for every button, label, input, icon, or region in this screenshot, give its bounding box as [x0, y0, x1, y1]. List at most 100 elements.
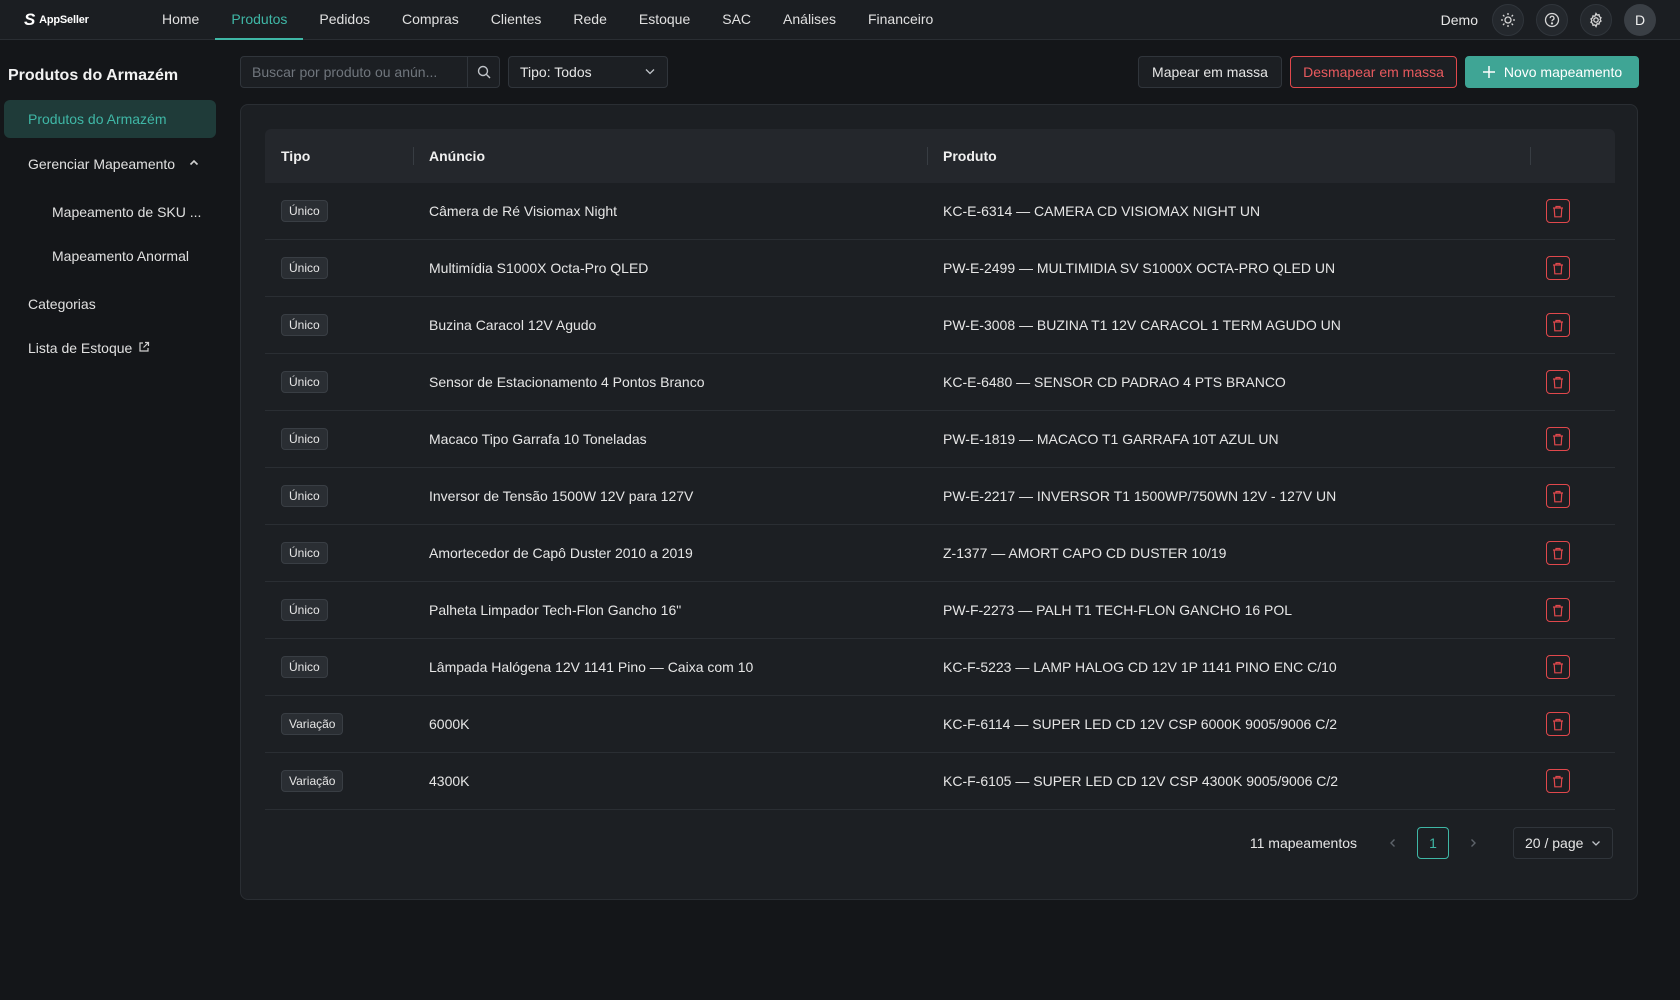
table-row: Único Palheta Limpador Tech-Flon Gancho 1… [265, 582, 1615, 639]
logo-text: AppSeller [39, 13, 89, 26]
sidebar-title: Produtos do Armazém [8, 67, 179, 84]
nav-item-compras[interactable]: Compras [386, 0, 475, 40]
sidebar: Produtos do Armazém Produtos do Armazém … [0, 40, 224, 1000]
delete-button[interactable] [1546, 484, 1570, 508]
cell-anuncio: Sensor de Estacionamento 4 Pontos Branco [429, 374, 705, 390]
chevron-left-icon [1390, 839, 1395, 847]
settings-button[interactable] [1580, 3, 1612, 36]
table-row: Variação 6000K KC-F-6114 — SUPER LED CD 12… [265, 696, 1615, 753]
main-nav: Home Produtos Pedidos Compras Clientes R… [146, 0, 949, 40]
cell-actions [1530, 468, 1615, 525]
cell-anuncio: Palheta Limpador Tech-Flon Gancho 16" [429, 602, 682, 618]
table-row: Variação 4300K KC-F-6105 — SUPER LED CD 12… [265, 753, 1615, 810]
map-bulk-button[interactable]: Mapear em massa [1138, 56, 1282, 88]
delete-button[interactable] [1546, 313, 1570, 337]
sidebar-item-lista-estoque[interactable]: Lista de Estoque [4, 329, 216, 367]
delete-button[interactable] [1546, 427, 1570, 451]
cell-tipo: Único [265, 639, 413, 696]
trash-icon [1553, 490, 1563, 502]
table-row: Único Macaco Tipo Garrafa 10 Toneladas PW-… [265, 411, 1615, 468]
nav-item-rede[interactable]: Rede [557, 0, 622, 40]
nav-item-home[interactable]: Home [146, 0, 215, 40]
trash-icon [1553, 604, 1563, 616]
next-page-button[interactable] [1457, 827, 1489, 859]
sidebar-item-gerenciar-mapeamento[interactable]: Gerenciar Mapeamento [4, 145, 216, 183]
delete-button[interactable] [1546, 541, 1570, 565]
cell-produto: KC-E-6314 — CAMERA CD VISIOMAX NIGHT UN [943, 203, 1261, 219]
user-name[interactable]: Demo [1441, 12, 1478, 28]
nav-item-financeiro[interactable]: Financeiro [852, 0, 949, 40]
type-tag: Único [281, 599, 328, 621]
avatar[interactable]: D [1624, 3, 1656, 36]
help-icon [1544, 12, 1560, 27]
theme-toggle-button[interactable] [1492, 3, 1524, 36]
cell-anuncio: Multimídia S1000X Octa-Pro QLED [429, 260, 649, 276]
type-tag: Único [281, 314, 328, 336]
table-row: Único Multimídia S1000X Octa-Pro QLED PW-E… [265, 240, 1615, 297]
type-tag: Variação [281, 713, 344, 735]
sidebar-item-produtos-armazem[interactable]: Produtos do Armazém [4, 100, 216, 138]
delete-button[interactable] [1546, 769, 1570, 793]
app-logo[interactable]: S AppSeller [24, 10, 124, 30]
help-button[interactable] [1536, 3, 1568, 36]
trash-icon [1553, 661, 1563, 673]
search-input[interactable] [241, 57, 467, 87]
search-button[interactable] [467, 57, 499, 87]
nav-item-produtos[interactable]: Produtos [215, 0, 304, 40]
cell-tipo: Único [265, 525, 413, 582]
delete-button[interactable] [1546, 598, 1570, 622]
delete-button[interactable] [1546, 256, 1570, 280]
table-row: Único Inversor de Tensão 1500W 12V para 1… [265, 468, 1615, 525]
cell-produto: PW-F-2273 — PALH T1 TECH-FLON GANCHO 16 … [943, 602, 1293, 618]
new-mapping-button[interactable]: Novo mapeamento [1465, 56, 1639, 88]
chevron-right-icon [1471, 839, 1476, 847]
delete-button[interactable] [1546, 655, 1570, 679]
delete-button[interactable] [1546, 370, 1570, 394]
cell-tipo: Único [265, 354, 413, 411]
table-body: Único Câmera de Ré Visiomax Night KC-E-631… [265, 183, 1615, 810]
cell-tipo: Único [265, 468, 413, 525]
type-tag: Único [281, 371, 328, 393]
column-header-produto[interactable]: Produto [927, 129, 1530, 183]
column-header-tipo[interactable]: Tipo [265, 129, 413, 183]
type-tag: Único [281, 542, 328, 564]
cell-tipo: Variação [265, 753, 413, 810]
sidebar-item-categorias[interactable]: Categorias [4, 285, 216, 323]
trash-icon [1553, 775, 1563, 787]
sidebar-item-mapeamento-anormal[interactable]: Mapeamento Anormal [4, 237, 216, 275]
trash-icon [1553, 262, 1563, 274]
nav-item-analises[interactable]: Análises [767, 0, 852, 40]
delete-button[interactable] [1546, 712, 1570, 736]
trash-icon [1553, 718, 1563, 730]
table-row: Único Câmera de Ré Visiomax Night KC-E-631… [265, 183, 1615, 240]
cell-anuncio: Inversor de Tensão 1500W 12V para 127V [429, 488, 694, 504]
delete-button[interactable] [1546, 199, 1570, 223]
page-number-current[interactable]: 1 [1417, 827, 1449, 859]
unmap-bulk-button[interactable]: Desmapear em massa [1290, 56, 1457, 88]
cell-produto: PW-E-1819 — MACACO T1 GARRAFA 10T AZUL U… [943, 431, 1279, 447]
cell-produto: KC-E-6480 — SENSOR CD PADRAO 4 PTS BRANC… [943, 374, 1286, 390]
nav-item-sac[interactable]: SAC [706, 0, 767, 40]
trash-icon [1553, 433, 1563, 445]
page-size-value: 20 / page [1525, 835, 1584, 851]
type-tag: Único [281, 485, 328, 507]
cell-actions [1530, 240, 1615, 297]
nav-item-estoque[interactable]: Estoque [623, 0, 706, 40]
gear-icon [1590, 11, 1602, 28]
cell-anuncio: 6000K [429, 716, 470, 732]
sidebar-item-mapeamento-sku[interactable]: Mapeamento de SKU ... [4, 193, 216, 231]
cell-produto: KC-F-5223 — LAMP HALOG CD 12V 1P 1141 PI… [943, 659, 1337, 675]
top-right-controls: Demo D [1441, 3, 1656, 36]
cell-anuncio: Macaco Tipo Garrafa 10 Toneladas [429, 431, 647, 447]
nav-item-pedidos[interactable]: Pedidos [303, 0, 386, 40]
cell-actions [1530, 297, 1615, 354]
prev-page-button[interactable] [1377, 827, 1409, 859]
column-header-anuncio[interactable]: Anúncio [413, 129, 927, 183]
new-mapping-label: Novo mapeamento [1503, 64, 1623, 80]
nav-item-clientes[interactable]: Clientes [475, 0, 558, 40]
type-filter-select[interactable]: Tipo: Todos [508, 56, 668, 88]
type-filter-value: Tipo: Todos [520, 64, 592, 80]
cell-actions [1530, 696, 1615, 753]
type-tag: Único [281, 428, 328, 450]
page-size-select[interactable]: 20 / page [1513, 827, 1613, 859]
